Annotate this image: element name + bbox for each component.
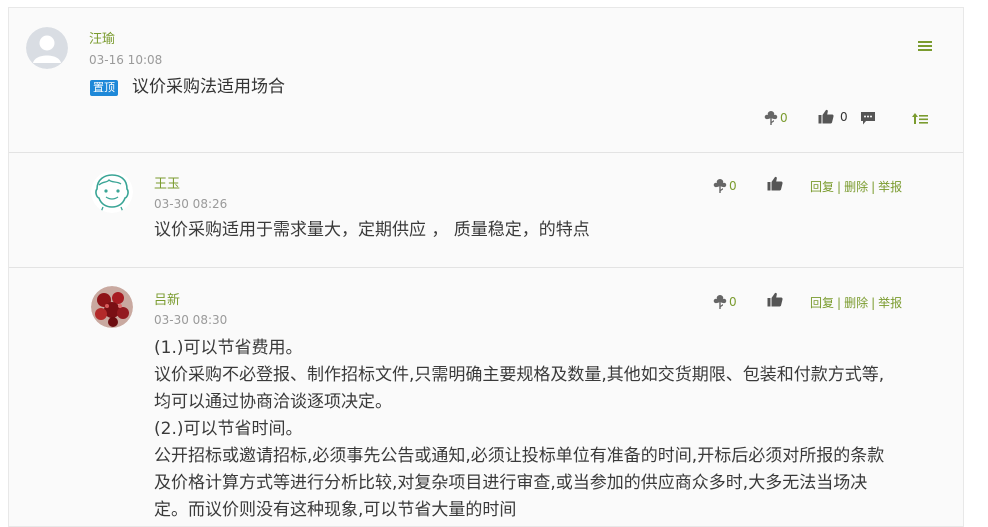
reply-author-name[interactable]: 吕新 <box>154 293 180 309</box>
reply-content: (1.)可以节省费用。 议价采购不必登报、制作招标文件,只需明确主要规格及数量,… <box>154 335 884 524</box>
flower-icon <box>764 111 778 125</box>
reply-flower-count: 0 <box>729 179 737 193</box>
reply-like-button[interactable] <box>767 292 783 307</box>
delete-link[interactable]: 删除 <box>844 180 868 194</box>
divider <box>9 152 963 153</box>
reply-time: 03-30 08:26 <box>154 197 228 211</box>
thumbs-up-icon <box>818 109 834 124</box>
link-separator: | <box>871 180 876 194</box>
reply-actions: 回复 | 删除 | 举报 <box>810 296 902 310</box>
report-link[interactable]: 举报 <box>878 180 902 194</box>
content-line: 议价采购不必登报、制作招标文件,只需明确主要规格及数量,其他如交货期限、包装和付… <box>154 365 885 385</box>
content-line: (1.)可以节省费用。 <box>154 338 303 358</box>
content-line: 均可以通过协商洽谈逐项决定。 <box>154 392 392 412</box>
reply-flower-button[interactable]: 0 <box>713 178 737 194</box>
thumbs-up-icon <box>767 292 783 307</box>
link-separator: | <box>837 180 842 194</box>
comment-panel: 汪瑜 03-16 10:08 置顶 议价采购法适用场合 0 0 王玉 03-30… <box>8 7 964 527</box>
content-line: 公开招标或邀请招标,必须事先公告或通知,必须让投标单位有准备的时间,开标后必须对… <box>154 446 885 466</box>
post-flower-button[interactable]: 0 <box>764 110 788 126</box>
reply-like-button[interactable] <box>767 176 783 191</box>
thumbs-up-icon <box>767 176 783 191</box>
pinned-badge: 置顶 <box>90 80 118 96</box>
link-separator: | <box>837 296 842 310</box>
content-line: 及价格计算方式等进行分析比较,对复杂项目进行审查,或当参加的供应商众多时,大多无… <box>154 473 868 493</box>
sort-button[interactable] <box>912 112 928 125</box>
post-like-button[interactable]: 0 <box>818 109 848 124</box>
delete-link[interactable]: 删除 <box>844 296 868 310</box>
content-line: (2.)可以节省时间。 <box>154 419 303 439</box>
reply-avatar[interactable] <box>91 171 133 213</box>
post-time: 03-16 10:08 <box>89 53 163 67</box>
flower-icon <box>713 179 727 193</box>
post-like-count: 0 <box>840 109 848 124</box>
reply-flower-button[interactable]: 0 <box>713 294 737 310</box>
reply-content: 议价采购适用于需求量大，定期供应 ， 质量稳定，的特点 <box>154 217 590 244</box>
menu-icon[interactable] <box>917 38 935 56</box>
post-comment-button[interactable] <box>860 111 876 126</box>
reply-flower-count: 0 <box>729 295 737 309</box>
reply-time: 03-30 08:30 <box>154 313 228 327</box>
content-line: 定。而议价则没有这种现象,可以节省大量的时间 <box>154 500 517 520</box>
reply-author-name[interactable]: 王玉 <box>154 177 180 193</box>
post-title: 议价采购法适用场合 <box>132 77 285 97</box>
author-avatar[interactable] <box>26 27 68 69</box>
divider <box>9 267 963 268</box>
content-line: 议价采购适用于需求量大，定期供应 ， 质量稳定，的特点 <box>154 220 590 240</box>
comment-icon <box>861 112 875 125</box>
reply-link[interactable]: 回复 <box>810 296 834 310</box>
reply-avatar[interactable] <box>91 286 133 328</box>
report-link[interactable]: 举报 <box>878 296 902 310</box>
reply-actions: 回复 | 删除 | 举报 <box>810 180 902 194</box>
reply-link[interactable]: 回复 <box>810 180 834 194</box>
flower-icon <box>713 295 727 309</box>
post-flower-count: 0 <box>780 111 788 125</box>
post-author-name[interactable]: 汪瑜 <box>89 32 115 48</box>
link-separator: | <box>871 296 876 310</box>
sort-icon <box>912 113 928 124</box>
